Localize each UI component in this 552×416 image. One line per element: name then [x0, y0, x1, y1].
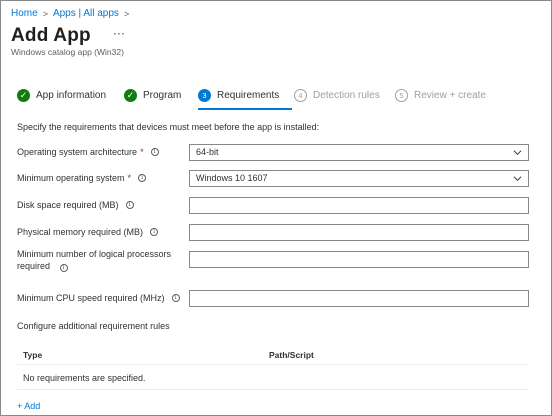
app-window: Home > Apps | All apps > Add App ··· Win… — [0, 0, 552, 416]
step-label: Review + create — [414, 90, 486, 101]
requirements-table-empty-row: No requirements are specified. — [17, 365, 529, 390]
chevron-down-icon — [513, 176, 522, 182]
add-requirement-button[interactable]: + Add — [17, 401, 40, 411]
step-program[interactable]: ✓ Program — [124, 89, 181, 102]
chevron-down-icon — [513, 150, 522, 156]
step-label: Program — [143, 90, 182, 101]
dropdown-value: 64-bit — [196, 147, 219, 157]
min-os-dropdown[interactable]: Windows 10 1607 — [189, 170, 529, 187]
field-label-text: Physical memory required (MB) — [17, 227, 144, 237]
form-row-os-architecture: Operating system architecture * i 64-bit — [17, 144, 529, 162]
column-header-path-script[interactable]: Path/Script — [269, 350, 314, 360]
info-icon[interactable]: i — [150, 148, 159, 156]
step-label: Requirements — [217, 90, 280, 101]
physical-memory-input[interactable] — [189, 224, 529, 241]
page-title: Add App — [11, 25, 91, 46]
required-marker: * — [127, 173, 132, 183]
empty-state-text: No requirements are specified. — [23, 373, 146, 383]
cpu-speed-input[interactable] — [189, 290, 529, 307]
step-label: App information — [36, 90, 107, 101]
field-label: Minimum CPU speed required (MHz) i — [17, 293, 180, 303]
chevron-right-icon: > — [42, 8, 48, 19]
form-row-physical-memory: Physical memory required (MB) i — [17, 224, 529, 242]
page-subtitle: Windows catalog app (Win32) — [11, 47, 124, 57]
field-label-text: Disk space required (MB) — [17, 200, 119, 210]
field-label: Disk space required (MB) i — [17, 200, 134, 210]
field-label-text: Minimum number of logical processors req… — [17, 249, 172, 271]
breadcrumb: Home > Apps | All apps > — [11, 8, 129, 19]
disk-space-input[interactable] — [189, 197, 529, 214]
form-row-min-os: Minimum operating system * i Windows 10 … — [17, 170, 529, 188]
os-architecture-dropdown[interactable]: 64-bit — [189, 144, 529, 161]
step-number-icon: 5 — [395, 89, 408, 102]
step-requirements[interactable]: 3 Requirements — [198, 89, 279, 102]
logical-processors-input[interactable] — [189, 251, 529, 268]
step-review-create[interactable]: 5 Review + create — [395, 89, 486, 102]
field-label: Minimum operating system * i — [17, 173, 147, 183]
info-icon[interactable]: i — [171, 294, 180, 302]
field-label: Operating system architecture * i — [17, 147, 159, 157]
step-app-information[interactable]: ✓ App information — [17, 89, 106, 102]
field-label-text: Minimum CPU speed required (MHz) — [17, 293, 165, 303]
check-icon: ✓ — [17, 89, 30, 102]
instructions-text: Specify the requirements that devices mu… — [17, 122, 320, 132]
form-row-cpu-speed: Minimum CPU speed required (MHz) i — [17, 290, 529, 308]
step-detection-rules[interactable]: 4 Detection rules — [294, 89, 380, 102]
required-marker: * — [140, 147, 144, 157]
field-label: Minimum number of logical processors req… — [17, 248, 182, 272]
breadcrumb-apps-link[interactable]: Apps | All apps — [53, 8, 119, 19]
chevron-right-icon: > — [123, 8, 130, 19]
field-label: Physical memory required (MB) i — [17, 227, 159, 237]
info-icon[interactable]: i — [125, 201, 134, 209]
info-icon[interactable]: i — [138, 174, 147, 182]
dropdown-value: Windows 10 1607 — [196, 173, 268, 183]
form-row-disk-space: Disk space required (MB) i — [17, 197, 529, 215]
info-icon[interactable]: i — [150, 228, 159, 236]
column-header-type[interactable]: Type — [23, 350, 42, 360]
field-label-text: Minimum operating system — [17, 173, 125, 183]
additional-rules-heading: Configure additional requirement rules — [17, 321, 170, 331]
check-icon: ✓ — [124, 89, 137, 102]
active-step-indicator — [198, 108, 292, 110]
title-row: Add App ··· — [11, 25, 125, 47]
field-label-text: Operating system architecture — [17, 147, 138, 157]
form-row-logical-processors: Minimum number of logical processors req… — [17, 248, 529, 272]
breadcrumb-home-link[interactable]: Home — [11, 8, 38, 19]
requirements-table-header: Type Path/Script — [17, 346, 529, 365]
step-number-icon: 4 — [294, 89, 307, 102]
step-label: Detection rules — [313, 90, 380, 101]
more-options-button[interactable]: ··· — [113, 26, 125, 40]
step-number-icon: 3 — [198, 89, 211, 102]
info-icon[interactable]: i — [59, 264, 68, 272]
